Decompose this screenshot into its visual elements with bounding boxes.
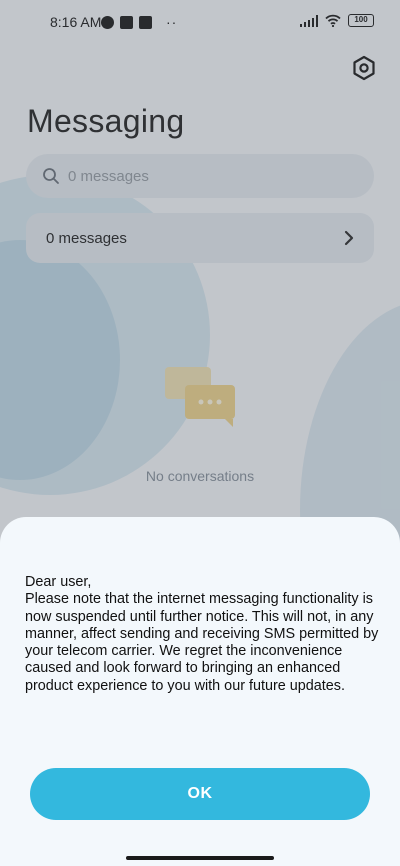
notice-dialog: Dear user, Please note that the internet… (0, 517, 400, 866)
dialog-body: Please note that the internet messaging … (25, 591, 379, 694)
home-indicator[interactable] (126, 856, 274, 860)
dialog-message: Dear user, Please note that the internet… (25, 574, 390, 695)
dialog-greeting: Dear user, (25, 574, 92, 590)
ok-button[interactable]: OK (30, 768, 370, 820)
